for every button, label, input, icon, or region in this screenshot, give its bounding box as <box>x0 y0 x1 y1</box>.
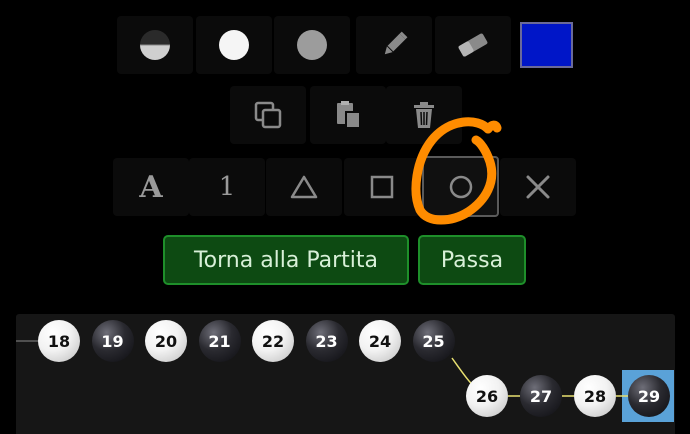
pencil-tool[interactable] <box>356 16 432 74</box>
move-stone[interactable]: 28 <box>574 375 616 417</box>
trash-icon <box>414 102 434 128</box>
paste-tool[interactable] <box>310 86 386 144</box>
trash-tool[interactable] <box>386 86 462 144</box>
move-stone[interactable]: 23 <box>305 320 348 362</box>
move-stone[interactable]: 18 <box>38 320 80 362</box>
white-stone-icon <box>219 30 249 60</box>
triangle-tool[interactable] <box>266 158 342 216</box>
copy-icon <box>254 101 282 129</box>
current-move-stone[interactable]: 29 <box>628 375 670 417</box>
circle-icon <box>449 175 472 198</box>
move-stone[interactable]: 24 <box>359 320 401 362</box>
close-icon <box>526 175 550 199</box>
move-stone[interactable]: 27 <box>520 375 562 417</box>
gray-stone-tool[interactable] <box>274 16 350 74</box>
close-tool[interactable] <box>500 158 576 216</box>
move-stone[interactable]: 22 <box>252 320 294 362</box>
half-stone-icon <box>140 30 170 60</box>
eraser-icon <box>458 33 488 57</box>
paste-icon <box>337 101 361 129</box>
color-swatch[interactable] <box>520 22 573 68</box>
number-tool[interactable]: 1 <box>189 158 265 216</box>
pencil-icon <box>384 31 408 55</box>
number-tool-label: 1 <box>218 172 236 202</box>
move-stone[interactable]: 26 <box>466 375 508 417</box>
move-stone[interactable]: 25 <box>412 320 455 362</box>
return-to-game-button[interactable]: Torna alla Partita <box>163 235 409 285</box>
white-stone-tool[interactable] <box>196 16 272 74</box>
square-icon <box>370 175 394 199</box>
half-stone-tool[interactable] <box>117 16 193 74</box>
square-tool[interactable] <box>344 158 420 216</box>
pass-button[interactable]: Passa <box>418 235 526 285</box>
gray-stone-icon <box>297 30 327 60</box>
triangle-icon <box>290 175 318 199</box>
letter-tool[interactable]: A <box>113 158 189 216</box>
move-stone[interactable]: 19 <box>91 320 134 362</box>
move-stone[interactable]: 20 <box>145 320 187 362</box>
eraser-tool[interactable] <box>435 16 511 74</box>
copy-tool[interactable] <box>230 86 306 144</box>
move-stone[interactable]: 21 <box>198 320 241 362</box>
letter-tool-label: A <box>139 169 163 205</box>
circle-tool[interactable] <box>422 156 499 217</box>
